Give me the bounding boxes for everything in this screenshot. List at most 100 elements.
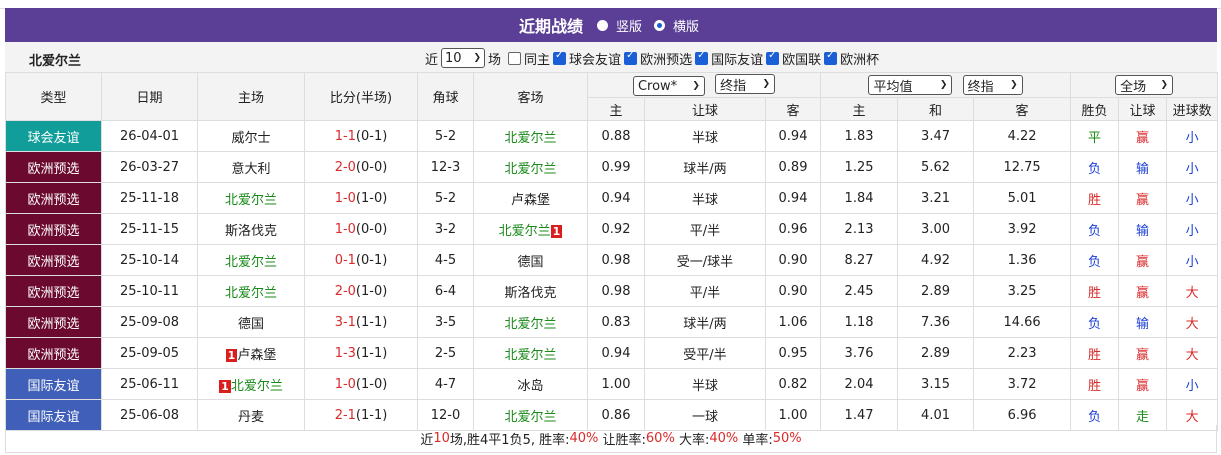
asian-handicap: 平/半 xyxy=(644,275,766,307)
asian-away-odds: 0.82 xyxy=(764,368,822,400)
summary-win-rate: 40% xyxy=(569,431,599,446)
table-row[interactable]: 欧洲预选 26-03-27 意大利 2-0(0-0) 12-3 北爱尔兰 0.99 球半/两 0… xyxy=(5,151,1219,183)
nations-league-checkbox[interactable] xyxy=(766,50,780,65)
match-count-value: 10 xyxy=(445,50,462,66)
corners-cell: 2-5 xyxy=(417,337,474,369)
half-time-score: (1-1) xyxy=(355,407,388,423)
col-date-header: 日期 xyxy=(101,72,198,121)
home-team-cell[interactable]: 德国 xyxy=(197,306,305,338)
home-team-name[interactable]: 卢森堡 xyxy=(237,348,276,363)
away-team-name[interactable]: 德国 xyxy=(517,255,543,270)
away-team-name[interactable]: 卢森堡 xyxy=(511,193,550,208)
club-friendly-checkbox[interactable] xyxy=(553,50,567,65)
euro-away-odds: 3.72 xyxy=(973,368,1072,400)
euro-kind2-select[interactable]: 终指 ❯ xyxy=(962,75,1023,95)
intl-friendly-checkbox[interactable] xyxy=(695,50,709,65)
away-team-cell[interactable]: 北爱尔兰 xyxy=(473,120,588,152)
away-team-name[interactable]: 北爱尔兰 xyxy=(499,224,551,239)
match-type: 欧洲预选 xyxy=(5,182,102,214)
summary-handicap-rate: 60% xyxy=(645,431,675,446)
euro-cup-label: 欧洲杯 xyxy=(840,52,880,68)
euro-away-odds: 5.01 xyxy=(973,182,1072,214)
away-team-cell[interactable]: 北爱尔兰 xyxy=(473,306,588,338)
handicap-result: 输 xyxy=(1118,306,1168,338)
home-team-cell[interactable]: 斯洛伐克 xyxy=(197,213,305,245)
euro-away-odds: 12.75 xyxy=(973,151,1072,183)
table-row[interactable]: 欧洲预选 25-09-05 1 卢森堡 1-3(1-1) 2-5 北爱尔兰 0.94 受平/半 0… xyxy=(5,337,1219,369)
euro-kind-select[interactable]: 平均值 ❯ xyxy=(868,75,953,95)
half-time-score: (0-1) xyxy=(355,252,388,268)
home-team-name[interactable]: 北爱尔兰 xyxy=(225,255,277,270)
company-value: Crow* xyxy=(637,78,678,94)
match-date: 25-06-11 xyxy=(101,368,198,400)
home-team-name[interactable]: 威尔士 xyxy=(231,131,270,146)
company-select[interactable]: Crow* ❯ xyxy=(632,76,705,96)
half-time-score: (1-0) xyxy=(355,283,388,299)
away-team-name[interactable]: 斯洛伐克 xyxy=(504,286,556,301)
table-row[interactable]: 欧洲预选 25-11-15 斯洛伐克 1-0(0-0) 3-2 北爱尔兰 1 0.92 平/半 0… xyxy=(5,213,1219,245)
horizontal-view-label[interactable]: 横版 xyxy=(673,16,699,35)
euro-cup-checkbox[interactable] xyxy=(824,50,838,65)
euro-qualifier-checkbox[interactable] xyxy=(624,50,638,65)
table-row[interactable]: 欧洲预选 25-11-18 北爱尔兰 1-0(1-0) 5-2 卢森堡 0.94 半球 0.94… xyxy=(5,182,1219,214)
away-team-cell[interactable]: 北爱尔兰 xyxy=(473,151,588,183)
vertical-view-label[interactable]: 竖版 xyxy=(616,16,642,35)
table-row[interactable]: 国际友谊 25-06-11 1 北爱尔兰 1-0(1-0) 4-7 冰岛 1.00 半球 0.82… xyxy=(5,368,1219,400)
goals-result: 小 xyxy=(1166,182,1219,214)
away-team-cell[interactable]: 北爱尔兰 xyxy=(473,337,588,369)
same-home-checkbox[interactable] xyxy=(508,51,522,65)
away-team-name[interactable]: 北爱尔兰 xyxy=(504,317,556,332)
asian-home-odds: 0.98 xyxy=(587,275,645,307)
away-team-name[interactable]: 北爱尔兰 xyxy=(504,131,556,146)
match-date: 25-09-08 xyxy=(101,306,198,338)
home-team-name[interactable]: 北爱尔兰 xyxy=(225,286,277,301)
match-count-select[interactable]: 10 ❯ xyxy=(441,48,486,68)
away-team-cell[interactable]: 冰岛 xyxy=(473,368,588,400)
home-team-name[interactable]: 北爱尔兰 xyxy=(231,379,283,394)
vertical-view-radio[interactable] xyxy=(596,19,608,31)
table-row[interactable]: 欧洲预选 25-10-11 北爱尔兰 2-0(1-0) 6-4 斯洛伐克 0.98 平/半 0.… xyxy=(5,275,1219,307)
home-team-cell[interactable]: 1 北爱尔兰 xyxy=(197,368,305,400)
home-team-name[interactable]: 德国 xyxy=(238,317,264,332)
euro-draw-odds: 5.62 xyxy=(897,151,975,183)
home-team-cell[interactable]: 意大利 xyxy=(197,151,305,183)
home-team-cell[interactable]: 威尔士 xyxy=(197,120,305,152)
euro-home-odds: 2.04 xyxy=(820,368,899,400)
away-team-name[interactable]: 北爱尔兰 xyxy=(504,410,556,425)
section-title: 近期战绩 xyxy=(518,17,583,36)
handicap-result-header: 让球 xyxy=(1118,97,1168,121)
home-team-name[interactable]: 斯洛伐克 xyxy=(225,224,277,239)
away-team-cell[interactable]: 德国 xyxy=(473,244,588,276)
table-row[interactable]: 欧洲预选 25-09-08 德国 3-1(1-1) 3-5 北爱尔兰 0.83 球半/两 1.0… xyxy=(5,306,1219,338)
home-team-name[interactable]: 北爱尔兰 xyxy=(225,193,277,208)
win-loss-header: 胜负 xyxy=(1070,97,1120,121)
away-team-cell[interactable]: 斯洛伐克 xyxy=(473,275,588,307)
horizontal-view-radio[interactable] xyxy=(654,19,665,31)
corners-cell: 12-3 xyxy=(417,151,474,183)
away-team-cell[interactable]: 北爱尔兰 1 xyxy=(473,213,588,245)
home-team-cell[interactable]: 北爱尔兰 xyxy=(197,244,305,276)
win-loss-result: 负 xyxy=(1070,151,1120,183)
table-row[interactable]: 球会友谊 26-04-01 威尔士 1-1(0-1) 5-2 北爱尔兰 0.88 半球 0.94… xyxy=(5,120,1219,152)
away-team-name[interactable]: 北爱尔兰 xyxy=(504,162,556,177)
asian-away-odds: 0.95 xyxy=(764,337,822,369)
euro-draw-odds: 2.89 xyxy=(897,337,975,369)
home-team-cell[interactable]: 1 卢森堡 xyxy=(197,337,305,369)
asian-home-odds: 0.92 xyxy=(587,213,645,245)
col-corners-header: 角球 xyxy=(417,72,474,121)
half-time-score: (1-0) xyxy=(355,190,388,206)
home-team-cell[interactable]: 北爱尔兰 xyxy=(197,275,305,307)
euro-draw-header: 和 xyxy=(897,97,975,121)
table-row[interactable]: 欧洲预选 25-10-14 北爱尔兰 0-1(0-1) 4-5 德国 0.98 受一/球半 0.… xyxy=(5,244,1219,276)
win-loss-result: 负 xyxy=(1070,213,1120,245)
away-team-name[interactable]: 北爱尔兰 xyxy=(504,348,556,363)
scope-select[interactable]: 全场 ❯ xyxy=(1115,75,1174,95)
home-team-name[interactable]: 丹麦 xyxy=(238,410,264,425)
euro-odds-header: 平均值 ❯ 终指 ❯ xyxy=(820,72,1072,98)
home-team-name[interactable]: 意大利 xyxy=(231,162,270,177)
asian-kind-select[interactable]: 终指 ❯ xyxy=(715,74,776,94)
chevron-down-icon: ❯ xyxy=(762,79,771,89)
home-team-cell[interactable]: 北爱尔兰 xyxy=(197,182,305,214)
away-team-name[interactable]: 冰岛 xyxy=(517,379,543,394)
away-team-cell[interactable]: 卢森堡 xyxy=(473,182,588,214)
